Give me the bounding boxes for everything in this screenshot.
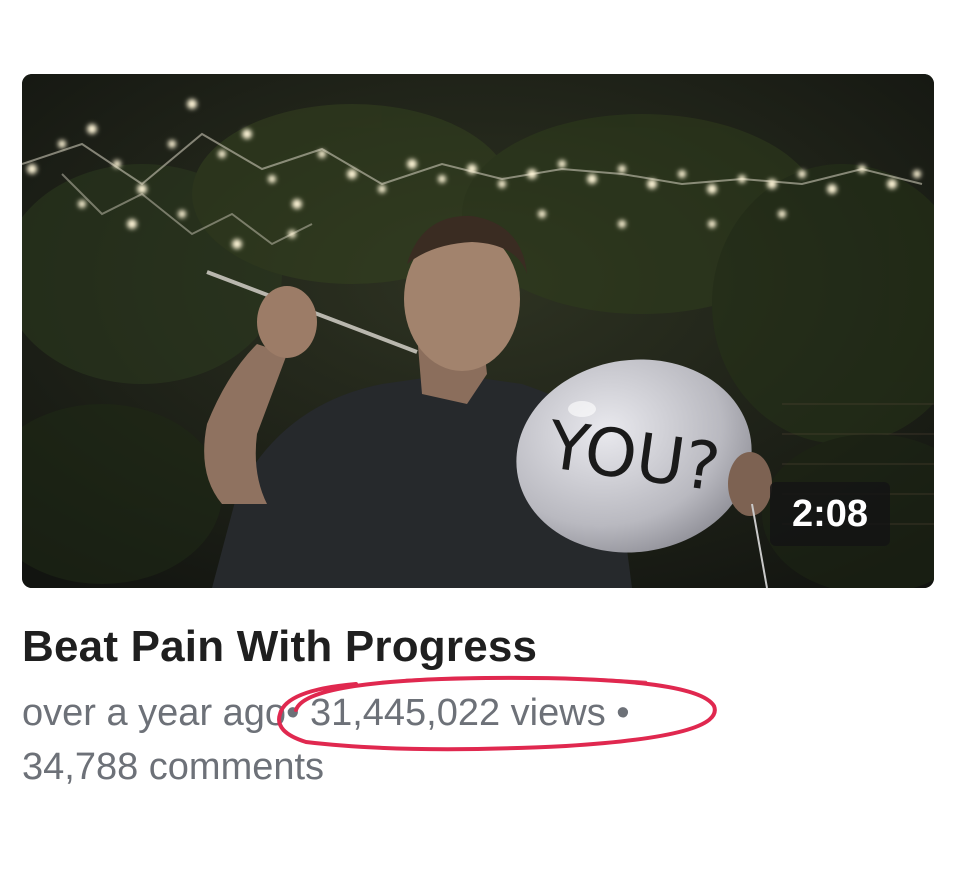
- video-duration-badge: 2:08: [770, 482, 890, 546]
- posted-time: over a year ago: [22, 692, 287, 734]
- meta-separator: •: [286, 692, 300, 734]
- video-card[interactable]: YOU? 2:08 Beat Pain With Progress over a…: [22, 74, 934, 794]
- video-thumbnail[interactable]: YOU? 2:08: [22, 74, 934, 588]
- view-count: 31,445,022 views: [309, 692, 606, 734]
- meta-separator: •: [616, 692, 630, 734]
- video-meta: over a year ago • 31,445,022 views • 34,…: [22, 675, 934, 794]
- views-highlight: • 31,445,022 views •: [277, 675, 717, 752]
- comment-count[interactable]: 34,788 comments: [22, 740, 934, 794]
- video-title[interactable]: Beat Pain With Progress: [22, 622, 934, 672]
